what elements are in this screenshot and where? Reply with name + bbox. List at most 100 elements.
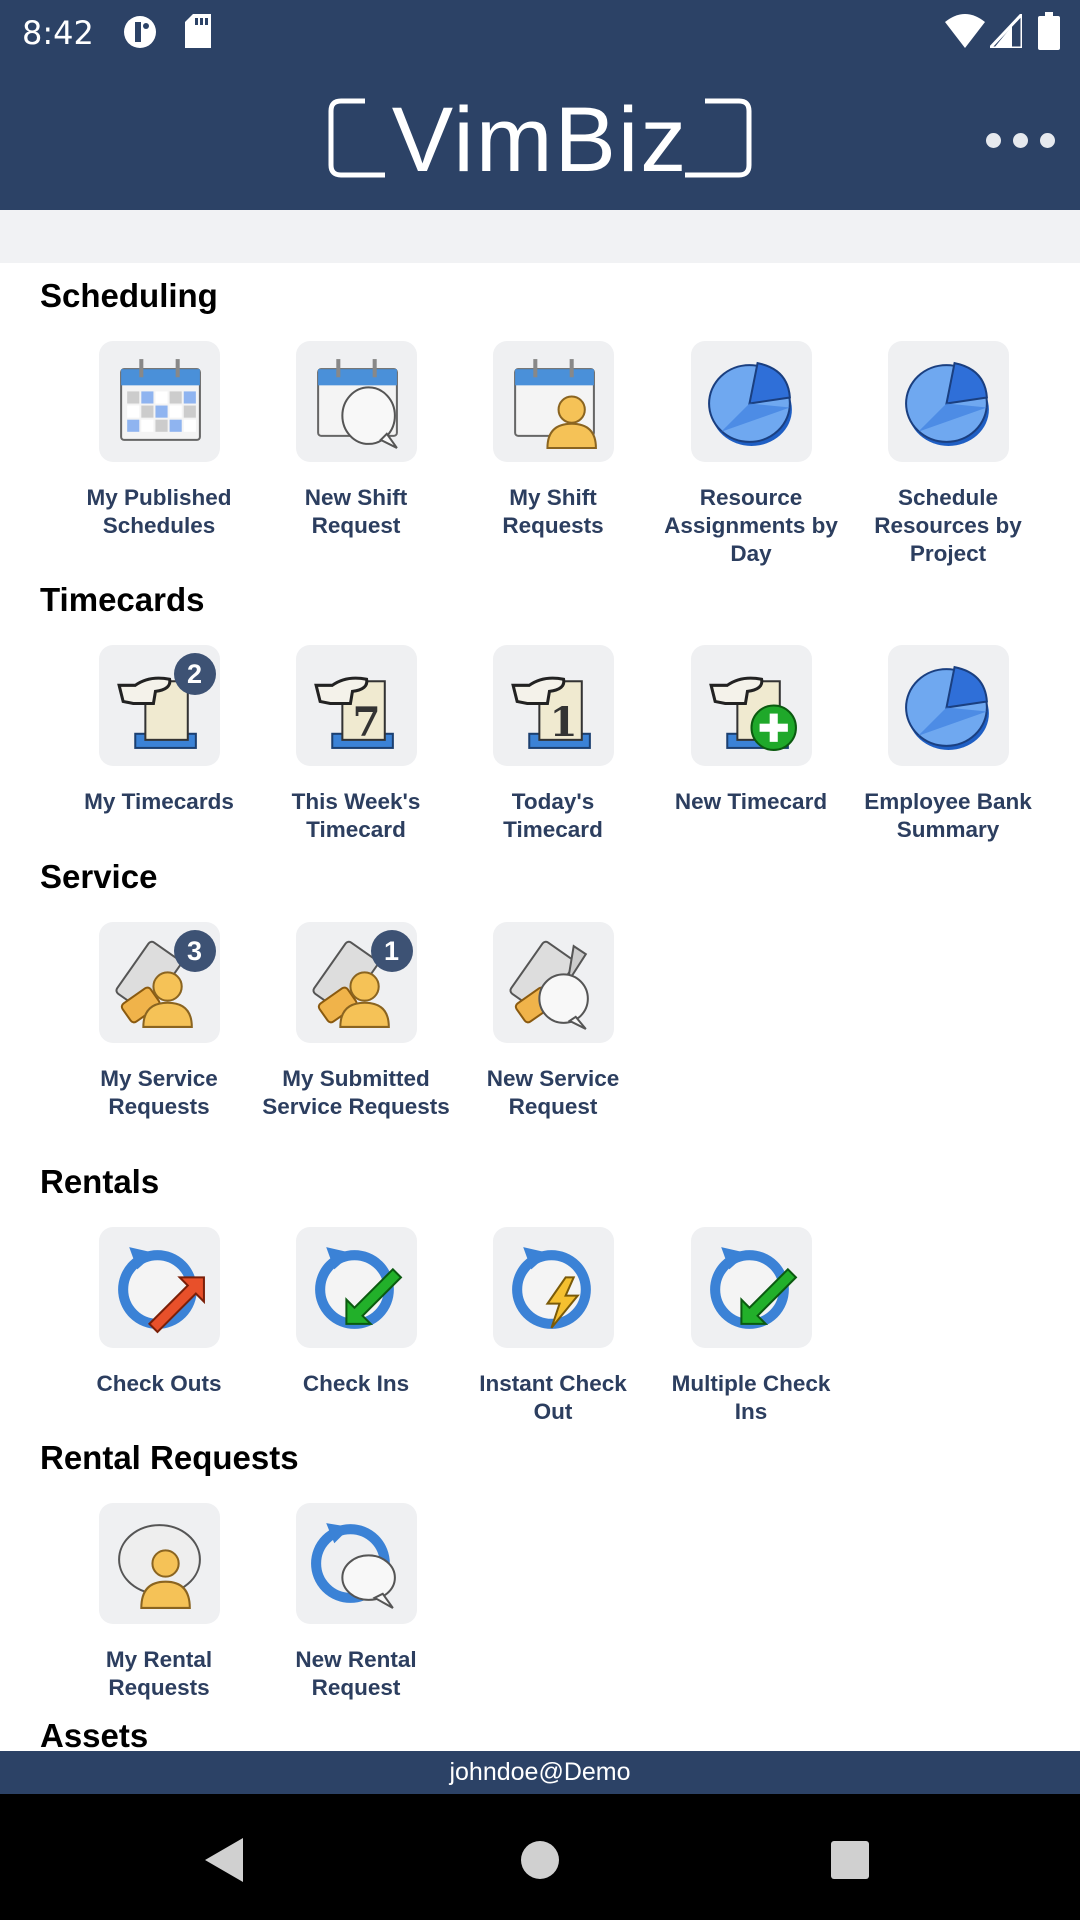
- menu-item-tile[interactable]: [492, 1227, 614, 1348]
- menu-item-tile[interactable]: [492, 922, 614, 1043]
- service-speech-icon: [508, 940, 589, 1030]
- menu-item-label: My Timecards: [84, 789, 234, 814]
- section-title: Scheduling: [40, 277, 218, 314]
- menu-item-tile[interactable]: 3: [98, 922, 220, 1043]
- rental-checkin-icon: [314, 1247, 402, 1329]
- signal-icon: [990, 14, 1022, 48]
- menu-item-tile[interactable]: 1: [295, 922, 417, 1043]
- menu-item-tile[interactable]: [492, 341, 614, 462]
- search-strip: [0, 210, 1080, 263]
- section-title: Rentals: [40, 1163, 160, 1200]
- calendar-grid-icon: [119, 359, 201, 441]
- menu-item-label: Today's Timecard: [503, 789, 603, 842]
- more-dot: [1012, 132, 1028, 148]
- timecard-1-icon: 1: [510, 676, 591, 749]
- rental-speech-icon: [310, 1523, 396, 1609]
- menu-item-tile[interactable]: [295, 1227, 417, 1348]
- menu-item-tile[interactable]: [690, 341, 812, 462]
- count-badge: 1: [370, 930, 413, 972]
- svg-text:7: 7: [352, 698, 380, 746]
- menu-item-tile[interactable]: 1: [492, 645, 614, 766]
- rental-checkout-icon: [117, 1247, 205, 1334]
- menu-item-label: Resource Assignments by Day: [664, 485, 838, 566]
- menu-item-tile[interactable]: [98, 1503, 220, 1624]
- menu-item-tile[interactable]: 7: [295, 645, 417, 766]
- menu-item-multiple-check-ins[interactable]: Multiple Check Ins: [653, 1227, 849, 1426]
- menu-item-tile[interactable]: [98, 341, 220, 462]
- menu-item-new-service-request[interactable]: New Service Request: [455, 922, 651, 1121]
- recents-icon[interactable]: [820, 1830, 880, 1890]
- section-title: Timecards: [40, 581, 205, 618]
- status-bar: 8:42: [0, 0, 1080, 70]
- menu-item-tile[interactable]: [690, 645, 812, 766]
- navigation-bar: [0, 1794, 1080, 1920]
- menu-item-label: My Submitted Service Requests: [262, 1066, 450, 1119]
- menu-item-new-shift-request[interactable]: New Shift Request: [258, 341, 454, 540]
- vimbiz-logo: VimBiz: [328, 95, 752, 181]
- menu-item-my-timecards[interactable]: 2 My Timecards: [61, 645, 257, 816]
- timecard-plus-icon: [708, 676, 797, 751]
- menu-item-tile[interactable]: [887, 645, 1009, 766]
- more-options-button[interactable]: [980, 120, 1060, 160]
- more-horizontal-icon: [985, 132, 1001, 148]
- menu-item-new-rental-request[interactable]: New Rental Request: [258, 1503, 454, 1702]
- rental-instant-icon: [511, 1247, 591, 1329]
- section-title: Service: [40, 858, 158, 895]
- section-title: Assets: [40, 1717, 149, 1754]
- menu-item-label: New Rental Request: [295, 1647, 417, 1700]
- menu-item-my-service-requests[interactable]: 3 My Service Requests: [61, 922, 257, 1121]
- pie-chart-icon: [904, 361, 989, 446]
- menu-item-label: My Service Requests: [100, 1066, 218, 1119]
- pie-chart-icon: [904, 665, 989, 750]
- calendar-person-icon: [513, 359, 597, 449]
- data-saver-icon: [124, 16, 156, 48]
- battery-icon: [1038, 12, 1060, 50]
- count-badge: 3: [173, 930, 216, 972]
- menu-item-my-submitted-service-requests[interactable]: 1 My Submitted Service Requests: [258, 922, 454, 1121]
- rental-checkin-icon: [709, 1247, 797, 1329]
- menu-item-tile[interactable]: [690, 1227, 812, 1348]
- menu-item-tile[interactable]: [887, 341, 1009, 462]
- svg-text:1: 1: [549, 698, 577, 746]
- wifi-icon: [945, 14, 985, 48]
- menu-item-this-week-s-timecard[interactable]: 7 This Week's Timecard: [258, 645, 454, 844]
- menu-item-label: Multiple Check Ins: [671, 1371, 831, 1424]
- home-icon[interactable]: [510, 1830, 570, 1890]
- svg-text:VimBiz: VimBiz: [392, 95, 689, 181]
- status-time: 8:42: [22, 14, 94, 52]
- menu-item-tile[interactable]: [98, 1227, 220, 1348]
- menu-item-check-outs[interactable]: Check Outs: [61, 1227, 257, 1398]
- menu-item-label: My Rental Requests: [105, 1647, 213, 1700]
- menu-item-label: New Timecard: [674, 789, 828, 814]
- menu-item-label: Check Ins: [302, 1371, 410, 1396]
- pie-chart-icon: [707, 361, 792, 446]
- sd-card-icon: [185, 14, 211, 48]
- menu-item-label: Employee Bank Summary: [864, 789, 1032, 842]
- menu-item-check-ins[interactable]: Check Ins: [258, 1227, 454, 1398]
- menu-item-my-rental-requests[interactable]: My Rental Requests: [61, 1503, 257, 1702]
- menu-item-tile[interactable]: [295, 1503, 417, 1624]
- back-icon[interactable]: [195, 1830, 255, 1890]
- menu-item-tile[interactable]: [295, 341, 417, 462]
- more-dot: [1039, 132, 1055, 148]
- menu-item-employee-bank-summary[interactable]: Employee Bank Summary: [850, 645, 1046, 844]
- menu-item-label: New Service Request: [486, 1066, 620, 1119]
- speech-person-icon: [117, 1524, 201, 1609]
- menu-item-tile[interactable]: 2: [98, 645, 220, 766]
- menu-item-resource-assignments-by-day[interactable]: Resource Assignments by Day: [653, 341, 849, 568]
- app-bar: VimBiz: [0, 70, 1080, 210]
- calendar-speech-icon: [316, 359, 398, 449]
- menu-item-my-shift-requests[interactable]: My Shift Requests: [455, 341, 651, 540]
- menu-item-new-timecard[interactable]: New Timecard: [653, 645, 849, 816]
- section-title: Rental Requests: [40, 1439, 299, 1476]
- timecard-7-icon: 7: [313, 676, 394, 749]
- menu-item-label: Instant Check Out: [479, 1371, 627, 1424]
- menu-item-label: My Published Schedules: [86, 485, 232, 538]
- menu-item-today-s-timecard[interactable]: 1 Today's Timecard: [455, 645, 651, 844]
- menu-item-instant-check-out[interactable]: Instant Check Out: [455, 1227, 651, 1426]
- menu-item-label: New Shift Request: [304, 485, 408, 538]
- menu-item-my-published-schedules[interactable]: My Published Schedules: [61, 341, 257, 540]
- count-badge: 2: [173, 653, 216, 695]
- menu-item-label: Schedule Resources by Project: [874, 485, 1022, 566]
- menu-item-schedule-resources-by-project[interactable]: Schedule Resources by Project: [850, 341, 1046, 568]
